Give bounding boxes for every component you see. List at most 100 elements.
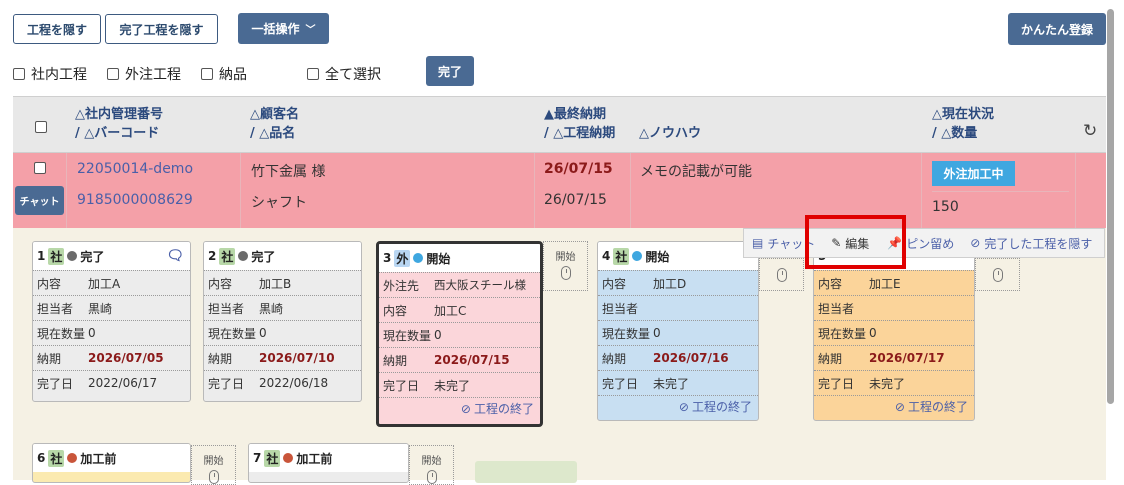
check-circle-icon: ⊘ [460, 401, 471, 416]
status-dot [283, 453, 294, 463]
field-label: 担当者 [818, 301, 855, 316]
start-label: 開始 [421, 456, 442, 467]
process-due: 26/07/15 [544, 192, 607, 208]
check-circle-icon: ⊘ [970, 236, 981, 250]
checkbox[interactable] [107, 68, 119, 80]
chat-icon: ▤ [752, 236, 764, 250]
finish-process-button[interactable]: ⊘ 工程の終了 [598, 395, 758, 417]
field-label: 担当者 [208, 301, 245, 316]
checkbox[interactable] [201, 68, 213, 80]
card-status: 完了 [251, 249, 276, 264]
order-row[interactable]: チャット 22050014-demo 9185000008629 竹下金属 様 … [13, 153, 1106, 228]
bulk-ops-label: 一括操作 [251, 22, 300, 36]
filter-outsourced[interactable]: 外注工程 [107, 64, 181, 84]
header-mgmt-no[interactable]: △社内管理番号 / △バーコード [75, 105, 163, 143]
header-knowhow[interactable]: △ノウハウ [639, 124, 701, 143]
start-handle[interactable] [759, 258, 804, 291]
status-badge: 外注加工中 [932, 161, 1015, 186]
mgmt-no-link[interactable]: 22050014-demo [77, 161, 193, 177]
field-label: 現在数量 [602, 326, 651, 341]
field-value: 未完了 [869, 376, 906, 391]
field-value: 加工A [88, 276, 121, 291]
field-value: 黒崎 [259, 301, 284, 316]
mouse-icon [208, 470, 219, 484]
start-label: 開始 [555, 252, 576, 263]
customer-name: 竹下金属 様 [251, 164, 326, 180]
header-label: / △工程納期 [544, 126, 616, 141]
header-label: / △数量 [932, 126, 978, 141]
card-no: 1 [37, 249, 46, 263]
chat-icon[interactable]: 🗨 [166, 248, 184, 264]
select-all-checkbox[interactable] [35, 121, 47, 133]
field-value: 2026/07/10 [259, 351, 335, 365]
start-handle[interactable]: 開始 [543, 241, 588, 291]
chevron-down-icon: ﹀ [305, 25, 316, 36]
field-value: 0 [869, 326, 877, 340]
card-status: 完了 [80, 249, 105, 264]
status-dot [67, 453, 78, 463]
process-card[interactable]: 1 社完了 🗨 内容 加工A 担当者 黒崎 現在数量 0 納期 2026/07/05 完了… [32, 241, 191, 402]
quantity: 150 [932, 199, 959, 215]
mouse-icon [560, 266, 571, 280]
field-label: 内容 [818, 276, 843, 291]
mouse-icon [776, 268, 787, 282]
card-no: 4 [602, 249, 611, 263]
start-handle[interactable] [975, 258, 1020, 291]
field-label: 完了日 [208, 376, 245, 391]
field-value: 黒崎 [88, 301, 113, 316]
header-status[interactable]: △現在状況 / △数量 [932, 105, 994, 143]
in-house-tag: 社 [48, 247, 65, 265]
finish-process-button[interactable]: ⊘ 工程の終了 [379, 397, 540, 419]
finish-process-button[interactable]: ⊘ 工程の終了 [814, 395, 974, 417]
quick-register-button[interactable]: かんたん登録 [1008, 13, 1106, 45]
field-value: 2022/06/17 [88, 376, 158, 390]
filter-select-all[interactable]: 全て選択 [307, 64, 381, 84]
field-value: 0 [653, 326, 661, 340]
filter-delivery[interactable]: 納品 [201, 64, 247, 84]
field-value: 2026/07/16 [653, 351, 729, 365]
start-handle[interactable]: 開始 [191, 445, 236, 485]
field-label: 納期 [37, 351, 62, 366]
process-card[interactable]: 7 社加工前 [248, 443, 409, 483]
filter-label: 社内工程 [31, 67, 87, 83]
check-circle-icon: ⊘ [894, 399, 905, 414]
process-card-active[interactable]: 3 外開始 外注先 西大阪スチール様 内容 加工C 現在数量 0 納期 2026/07/1… [376, 241, 543, 427]
field-label: 完了日 [37, 376, 74, 391]
header-due[interactable]: ▲最終納期 / △工程納期 [544, 105, 615, 143]
process-card[interactable]: 2 社完了 内容 加工B 担当者 黒崎 現在数量 0 納期 2026/07/10 完了日 2… [203, 241, 362, 402]
scrollbar-thumb[interactable] [1107, 9, 1114, 404]
complete-button[interactable]: 完了 [426, 56, 474, 86]
header-label: ▲最終納期 [544, 107, 606, 122]
start-handle[interactable]: 開始 [409, 445, 454, 485]
hide-done-process-button[interactable]: 完了工程を隠す [105, 14, 218, 44]
refresh-icon[interactable]: ↻ [1083, 121, 1097, 141]
product-name: シャフト [251, 195, 307, 211]
field-value: 加工B [259, 276, 292, 291]
field-label: 納期 [818, 351, 843, 366]
checkbox[interactable] [307, 68, 319, 80]
checkbox[interactable] [13, 68, 25, 80]
table-header: △社内管理番号 / △バーコード △顧客名 / △品名 ▲最終納期 / △工程納… [13, 96, 1106, 153]
field-label: 現在数量 [208, 326, 257, 341]
field-label: 完了日 [818, 376, 855, 391]
hide-process-button[interactable]: 工程を隠す [13, 14, 101, 44]
field-label: 内容 [383, 303, 408, 318]
field-value: 0 [434, 328, 442, 342]
row-checkbox[interactable] [34, 162, 46, 174]
filter-in-house[interactable]: 社内工程 [13, 64, 87, 84]
row-context-menu: ▤ チャット ✎ 編集 📌 ピン留め ⊘ 完了した工程を隠す [743, 228, 1105, 258]
menu-hide-done[interactable]: ⊘ 完了した工程を隠す [970, 235, 1092, 252]
finish-label: 工程の終了 [473, 402, 534, 416]
field-value: 加工E [869, 276, 901, 291]
card-no: 3 [383, 251, 392, 265]
header-customer[interactable]: △顧客名 / △品名 [250, 105, 299, 143]
chat-button[interactable]: チャット [15, 186, 64, 215]
bulk-ops-dropdown[interactable]: 一括操作 ﹀ [238, 13, 329, 44]
in-house-tag: 社 [613, 247, 630, 265]
card-no: 6 [37, 451, 46, 465]
barcode-link[interactable]: 9185000008629 [77, 192, 193, 208]
process-card[interactable]: 6 社加工前 [32, 443, 191, 483]
process-card[interactable]: 4 社開始 内容 加工D 担当者 現在数量 0 納期 2026/07/16 完了日 未完了… [597, 241, 759, 421]
field-label: 納期 [383, 353, 408, 368]
mouse-icon [426, 470, 437, 484]
